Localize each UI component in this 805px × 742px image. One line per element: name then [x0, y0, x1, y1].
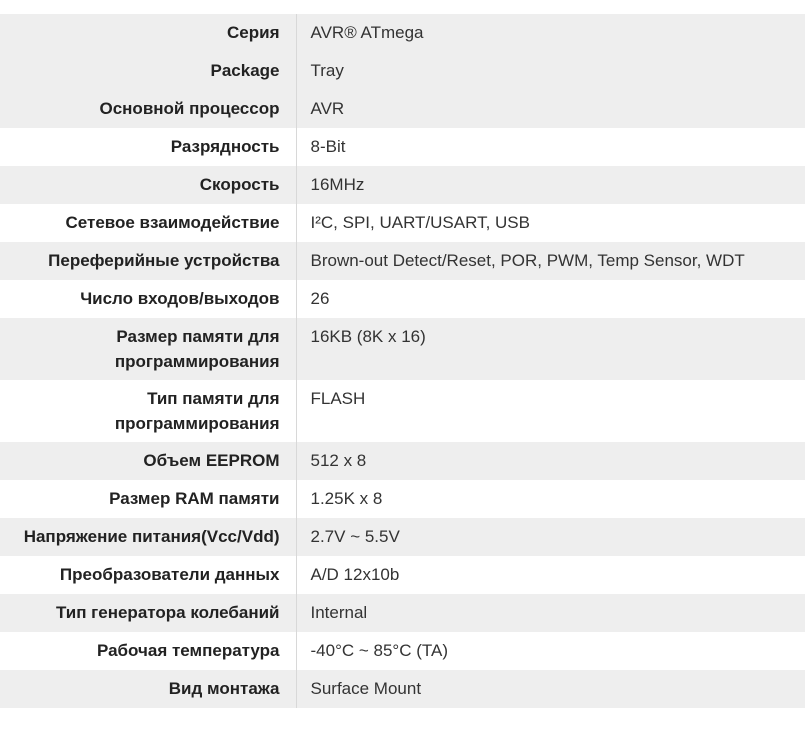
spec-label: Вид монтажа [0, 670, 297, 708]
spec-value: AVR [310, 99, 345, 118]
spec-row-core-size: Разрядность 8-Bit [0, 128, 805, 166]
spec-label: Размер памяти для программирования [0, 318, 297, 380]
spec-row-supply-voltage: Напряжение питания(Vcc/Vdd) 2.7V ~ 5.5V [0, 518, 805, 556]
spec-label: Напряжение питания(Vcc/Vdd) [0, 518, 297, 556]
spec-value: 1.25K x 8 [310, 489, 383, 508]
spec-label: Скорость [0, 166, 297, 204]
spec-value: Tray [310, 61, 344, 80]
spec-label: Переферийные устройства [0, 242, 297, 280]
spec-row-core-processor: Основной процессор AVR [0, 90, 805, 128]
spec-row-connectivity: Сетевое взаимодействие I²C, SPI, UART/US… [0, 204, 805, 242]
spec-value: Brown-out Detect/Reset, POR, PWM, Temp S… [310, 251, 745, 270]
spec-value: Internal [310, 603, 368, 622]
spec-label: Размер RAM памяти [0, 480, 297, 518]
spec-value: 26 [310, 289, 330, 308]
spec-value: 512 x 8 [310, 451, 367, 470]
spec-label: Объем EEPROM [0, 442, 297, 480]
spec-label: Серия [0, 14, 297, 52]
spec-value: A/D 12x10b [310, 565, 400, 584]
spec-label: Тип памяти для программирования [0, 380, 297, 442]
spec-row-data-converters: Преобразователи данных A/D 12x10b [0, 556, 805, 594]
spec-row-eeprom-size: Объем EEPROM 512 x 8 [0, 442, 805, 480]
spec-value: Surface Mount [310, 679, 422, 698]
spec-label: Число входов/выходов [0, 280, 297, 318]
spec-value: 8-Bit [310, 137, 346, 156]
spec-row-mounting-type: Вид монтажа Surface Mount [0, 670, 805, 708]
spec-value: 2.7V ~ 5.5V [310, 527, 400, 546]
spec-value: 16MHz [310, 175, 365, 194]
spec-value: 16KB (8K x 16) [310, 327, 426, 346]
spec-label: Тип генератора колебаний [0, 594, 297, 632]
spec-label: Разрядность [0, 128, 297, 166]
spec-value: AVR® ATmega [310, 23, 424, 42]
spec-label: Основной процессор [0, 90, 297, 128]
spec-row-program-memory-size: Размер памяти для программирования 16KB … [0, 318, 805, 380]
spec-row-oscillator-type: Тип генератора колебаний Internal [0, 594, 805, 632]
spec-value: -40°C ~ 85°C (TA) [310, 641, 449, 660]
spec-label: Преобразователи данных [0, 556, 297, 594]
spec-row-speed: Скорость 16MHz [0, 166, 805, 204]
spec-row-program-memory-type: Тип памяти для программирования FLASH [0, 380, 805, 442]
spec-row-operating-temperature: Рабочая температура -40°C ~ 85°C (TA) [0, 632, 805, 670]
spec-table-body: Серия AVR® ATmega Package Tray Основной … [0, 14, 805, 708]
spec-row-peripherals: Переферийные устройства Brown-out Detect… [0, 242, 805, 280]
spec-row-io-count: Число входов/выходов 26 [0, 280, 805, 318]
spec-label: Сетевое взаимодействие [0, 204, 297, 242]
spec-label: Package [0, 52, 297, 90]
spec-table: Серия AVR® ATmega Package Tray Основной … [0, 14, 805, 708]
spec-row-package: Package Tray [0, 52, 805, 90]
spec-value: I²C, SPI, UART/USART, USB [310, 213, 530, 232]
spec-label: Рабочая температура [0, 632, 297, 670]
spec-value: FLASH [310, 389, 366, 408]
spec-row-ram-size: Размер RAM памяти 1.25K x 8 [0, 480, 805, 518]
spec-row-series: Серия AVR® ATmega [0, 14, 805, 52]
